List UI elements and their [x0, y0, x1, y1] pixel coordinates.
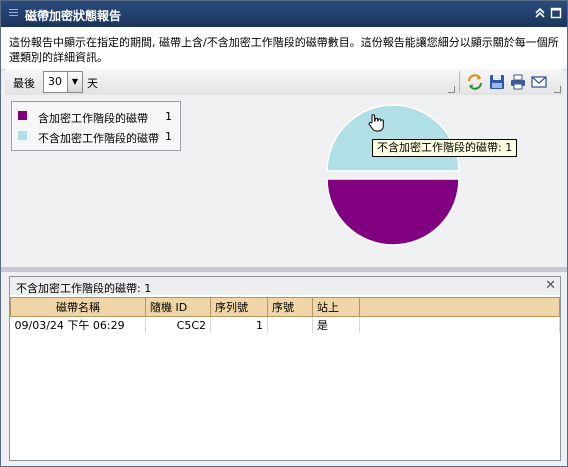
- pie-slice[interactable]: [326, 104, 460, 172]
- column-header[interactable]: 站上: [312, 297, 360, 317]
- window-title: 磁帶加密狀態報告: [25, 9, 122, 23]
- toolbar-divider: [459, 71, 460, 93]
- table-header-row: 磁帶名稱 隨機 ID 序列號 序號 站上: [10, 297, 560, 317]
- corner-resize-icon: [448, 86, 455, 93]
- maximize-icon[interactable]: [549, 7, 563, 21]
- column-header[interactable]: 隨機 ID: [145, 297, 211, 317]
- description-text: 這份報告中顯示在指定的期間, 磁帶上含/不含加密工作階段的磁帶數目。這份報告能讓…: [9, 36, 559, 64]
- report-description: 這份報告中顯示在指定的期間, 磁帶上含/不含加密工作階段的磁帶數目。這份報告能讓…: [1, 27, 567, 70]
- details-title: 不含加密工作階段的磁帶: 1: [16, 282, 152, 295]
- cell-serial-number: 1: [210, 316, 268, 333]
- collapse-icon[interactable]: [533, 7, 547, 21]
- details-table: 磁帶名稱 隨機 ID 序列號 序號 站上 09/03/24 下午 06:29 C…: [10, 297, 560, 333]
- chevron-down-icon[interactable]: ▼: [67, 72, 82, 92]
- cell-sequence: [267, 316, 313, 333]
- chart-area: 含加密工作階段的磁帶 1 不含加密工作階段的磁帶 1: [5, 95, 563, 265]
- column-header-blank: [359, 297, 560, 317]
- pie-slice[interactable]: [326, 178, 460, 246]
- report-window: 磁帶加密狀態報告 這份報告中顯示在指定的期間, 磁帶上含/不含加密工作階段的磁帶…: [0, 0, 568, 467]
- email-icon[interactable]: [530, 73, 548, 91]
- cell-random-id: C5C2: [145, 316, 211, 333]
- grip-icon[interactable]: [9, 9, 18, 19]
- days-unit-label: 天: [87, 77, 98, 90]
- column-header[interactable]: 序列號: [210, 297, 268, 317]
- days-select[interactable]: 30 ▼: [43, 71, 83, 93]
- table-row[interactable]: 09/03/24 下午 06:29 C5C2 1 是: [10, 316, 560, 333]
- details-header: 不含加密工作階段的磁帶: 1 ✕: [10, 277, 560, 295]
- cell-tape-name: 09/03/24 下午 06:29: [10, 316, 146, 333]
- cell-onsite: 是: [312, 316, 360, 333]
- corner-resize-icon: [554, 86, 561, 93]
- last-label: 最後: [13, 77, 35, 90]
- close-icon[interactable]: ✕: [545, 278, 556, 293]
- hand-cursor-icon: [368, 114, 384, 132]
- panel-splitter[interactable]: [1, 267, 567, 272]
- cell-blank: [359, 316, 560, 333]
- days-value: 30: [48, 75, 62, 88]
- save-icon[interactable]: [488, 73, 506, 91]
- pie-chart: [326, 104, 460, 246]
- chart-tooltip: 不含加密工作階段的磁帶: 1: [372, 139, 518, 157]
- column-header[interactable]: 序號: [267, 297, 313, 317]
- toolbar: 最後 30 ▼ 天: [5, 69, 563, 96]
- refresh-icon[interactable]: [466, 73, 484, 91]
- column-header[interactable]: 磁帶名稱: [10, 297, 146, 317]
- print-icon[interactable]: [509, 73, 527, 91]
- details-panel: 不含加密工作階段的磁帶: 1 ✕ 磁帶名稱 隨機 ID 序列號 序號 站上 09…: [9, 276, 561, 461]
- title-bar: 磁帶加密狀態報告: [1, 1, 567, 27]
